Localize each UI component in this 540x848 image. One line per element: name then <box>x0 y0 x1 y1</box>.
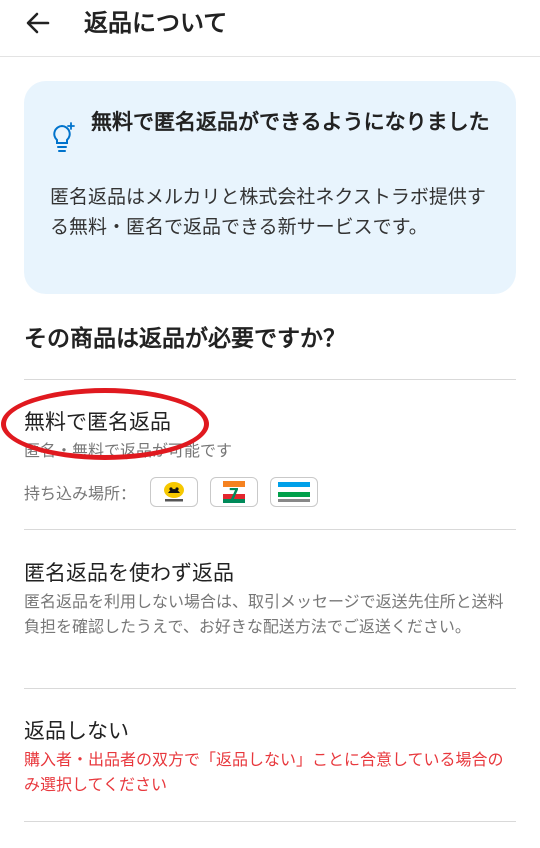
option-warning: 購入者・出品者の双方で「返品しない」ことに合意している場合のみ選択してください <box>24 750 504 794</box>
lightbulb-icon <box>53 122 75 152</box>
option-title: 匿名返品を使わず返品 <box>24 561 234 585</box>
option-title: 無料で匿名返品 <box>24 410 171 434</box>
option-anonymous-return[interactable]: 無料で匿名返品 匿名・無料で返品が可能です <box>24 408 516 463</box>
divider <box>24 529 516 530</box>
seven-eleven-icon: 7 <box>223 481 246 503</box>
option-return-without-anonymous[interactable]: 匿名返品を使わず返品 匿名返品を利用しない場合は、取引メッセージで返送先住所と送… <box>24 559 516 639</box>
info-body: 匿名返品はメルカリと株式会社ネクストラボ提供する無料・匿名で返品できる新サービス… <box>50 186 486 238</box>
option-title: 返品しない <box>24 719 129 743</box>
app-header: 返品について <box>0 0 540 57</box>
option-description: 匿名・無料で返品が可能です <box>24 441 233 460</box>
arrow-left-icon <box>26 12 50 34</box>
divider <box>24 688 516 689</box>
yamato-logo <box>150 477 199 507</box>
divider <box>24 821 516 822</box>
option-description: 匿名返品を利用しない場合は、取引メッセージで返送先住所と送料負担を確認したうえで… <box>24 592 504 636</box>
page-title: 返品について <box>84 9 228 37</box>
info-title: 無料で匿名返品ができるようになりました <box>91 110 490 134</box>
back-button[interactable] <box>22 7 54 39</box>
dropoff-locations: 持ち込み場所： 7 <box>24 476 330 508</box>
familymart-logo <box>270 477 319 507</box>
section-question: その商品は返品が必要ですか？ <box>24 326 346 352</box>
option-no-return[interactable]: 返品しない 購入者・出品者の双方で「返品しない」ことに合意している場合のみ選択し… <box>24 717 516 797</box>
divider <box>24 379 516 380</box>
svg-text:7: 7 <box>229 485 239 503</box>
yamato-cat-icon <box>164 482 185 502</box>
seven-eleven-logo: 7 <box>210 477 259 507</box>
dropoff-label: 持ち込み場所： <box>24 484 137 503</box>
familymart-icon <box>278 482 311 502</box>
info-banner: 無料で匿名返品ができるようになりました 匿名返品はメルカリと株式会社ネクストラボ… <box>24 81 516 294</box>
